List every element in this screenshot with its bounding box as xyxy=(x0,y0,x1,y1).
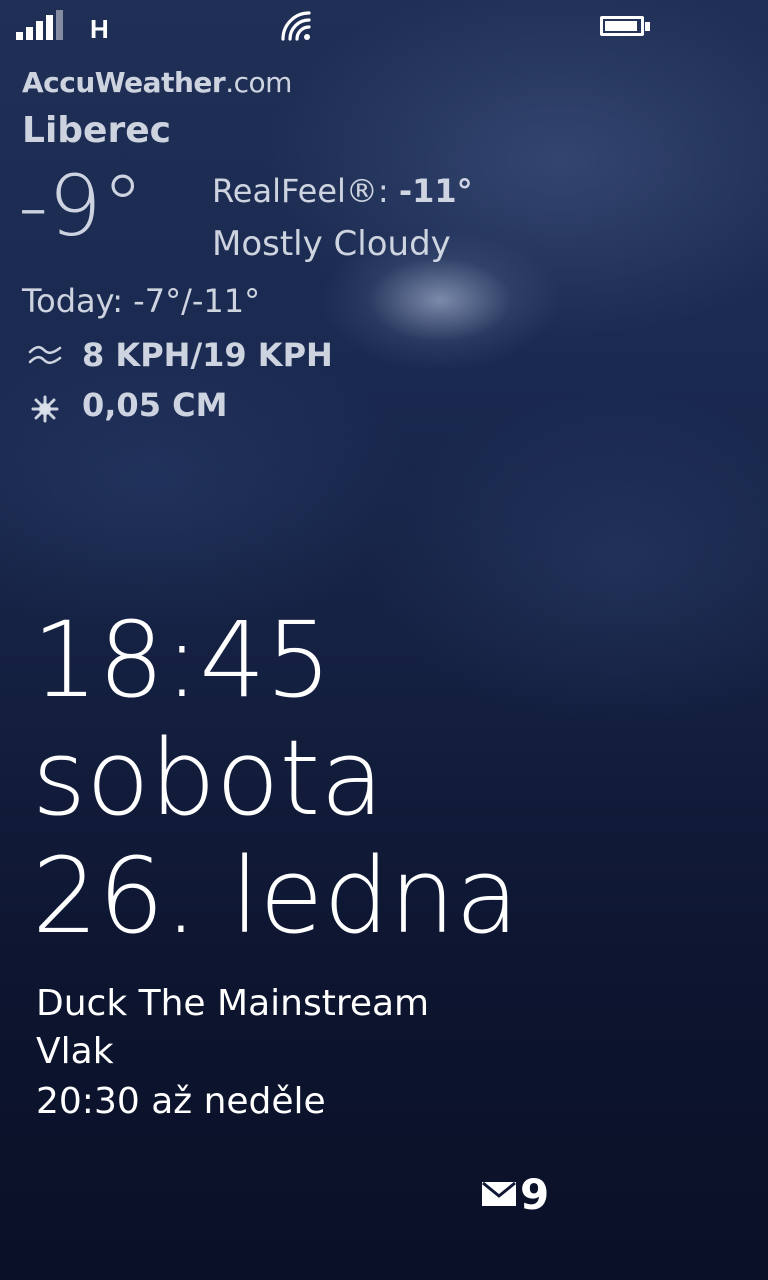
signal-strength-icon xyxy=(16,10,64,40)
wifi-icon xyxy=(281,11,311,41)
battery-tip xyxy=(645,22,650,31)
weather-provider-logo[interactable]: AccuWeather.com xyxy=(22,66,292,99)
lock-screen-day: sobota xyxy=(32,717,384,839)
current-temperature: -9° xyxy=(18,157,144,255)
weather-city: Liberec xyxy=(22,110,171,151)
mail-icon xyxy=(482,1182,516,1206)
snowflake-icon xyxy=(31,395,59,423)
calendar-event-title: Duck The Mainstream xyxy=(36,983,430,1024)
mail-count: 9 xyxy=(520,1170,550,1219)
calendar-event-time: 20:30 až neděle xyxy=(36,1081,326,1122)
lock-screen-date: 26. ledna xyxy=(32,835,519,957)
lock-screen-time: 18:45 xyxy=(32,599,332,721)
snowfall: 0,05 CM xyxy=(82,386,228,424)
battery-icon xyxy=(600,16,644,36)
calendar-event-location: Vlak xyxy=(36,1031,114,1072)
wind-icon xyxy=(28,345,62,365)
today-range: Today: -7°/-11° xyxy=(22,282,261,320)
wind-speed: 8 KPH/19 KPH xyxy=(82,336,333,374)
weather-condition: Mostly Cloudy xyxy=(212,224,451,264)
realfeel: RealFeel®: -11° xyxy=(212,172,473,210)
network-type: H xyxy=(90,14,109,44)
